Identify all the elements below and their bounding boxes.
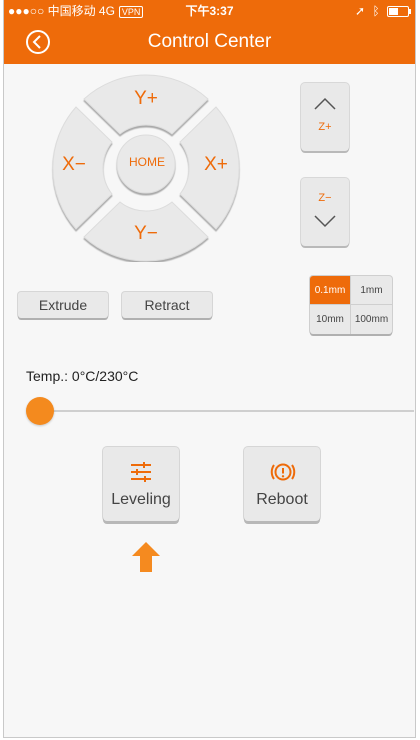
battery-icon	[387, 6, 411, 18]
reboot-button[interactable]: Reboot	[244, 447, 320, 521]
status-right-icons: ➚ ᛒ	[355, 0, 411, 22]
chevron-up-icon	[314, 97, 336, 110]
xy-dpad: Y+ Y− X− X+ HOME	[46, 72, 246, 262]
leveling-button[interactable]: Leveling	[103, 447, 179, 521]
z-up-button[interactable]: Z+	[301, 83, 349, 151]
header-bar: ●●●○○ 中国移动 4G VPN 下午3:37 ➚ ᛒ Control Cent…	[4, 0, 415, 64]
sliders-icon	[131, 462, 151, 482]
x-plus-label: X+	[204, 154, 228, 175]
z-down-button[interactable]: Z−	[301, 178, 349, 246]
chevron-down-icon	[314, 215, 336, 228]
y-minus-label: Y−	[134, 223, 158, 244]
temperature-slider-track[interactable]	[40, 410, 414, 412]
z-down-label: Z−	[318, 192, 332, 204]
location-arrow-icon: ➚	[355, 4, 366, 18]
home-label: HOME	[129, 155, 165, 169]
status-bar: ●●●○○ 中国移动 4G VPN 下午3:37 ➚ ᛒ	[4, 0, 415, 22]
step-option[interactable]: 100mm	[351, 305, 392, 334]
app-frame: ●●●○○ 中国移动 4G VPN 下午3:37 ➚ ᛒ Control Cent…	[3, 0, 416, 738]
arrow-up-icon	[132, 542, 160, 572]
reboot-label: Reboot	[256, 491, 308, 508]
temperature-slider-thumb[interactable]	[26, 397, 54, 425]
retract-button[interactable]: Retract	[122, 292, 212, 318]
page-title: Control Center	[147, 31, 272, 52]
step-option[interactable]: 10mm	[310, 305, 351, 334]
bluetooth-icon: ᛒ	[372, 4, 380, 18]
step-option[interactable]: 0.1mm	[310, 276, 351, 305]
x-minus-label: X−	[62, 154, 86, 175]
step-size-selector: 0.1mm 1mm 10mm 100mm	[310, 276, 392, 334]
y-plus-label: Y+	[134, 88, 158, 109]
status-time: 下午3:37	[185, 4, 234, 18]
extrude-button[interactable]: Extrude	[18, 292, 108, 318]
temperature-label: Temp.: 0°C/230°C	[26, 368, 139, 384]
alert-circle-icon	[270, 463, 296, 481]
z-up-label: Z+	[318, 121, 332, 133]
step-option[interactable]: 1mm	[351, 276, 392, 305]
leveling-label: Leveling	[111, 491, 171, 508]
